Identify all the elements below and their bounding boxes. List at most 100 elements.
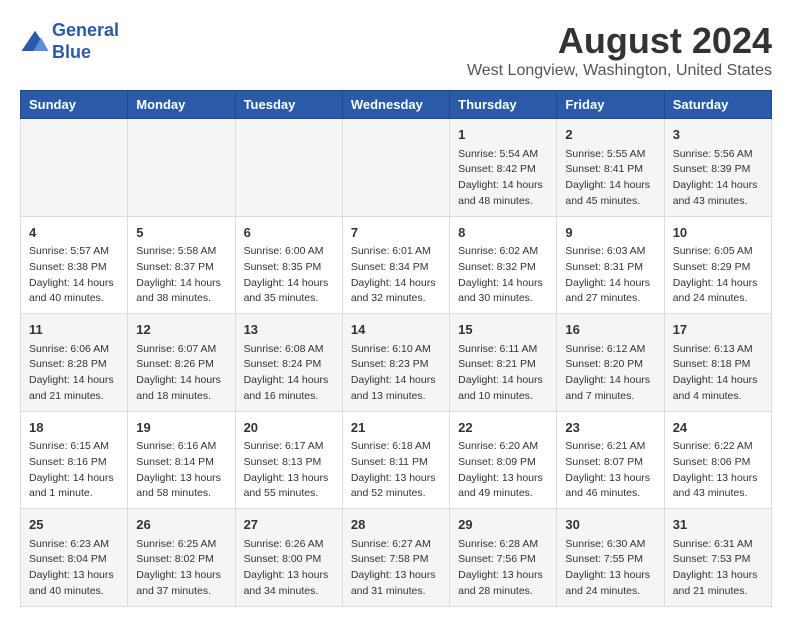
day-number: 4 [29,223,119,243]
day-header-saturday: Saturday [664,91,771,119]
day-header-friday: Friday [557,91,664,119]
calendar-cell: 8Sunrise: 6:02 AM Sunset: 8:32 PM Daylig… [450,216,557,314]
calendar-cell: 14Sunrise: 6:10 AM Sunset: 8:23 PM Dayli… [342,314,449,412]
day-number: 27 [244,515,334,535]
cell-content: Sunrise: 6:31 AM Sunset: 7:53 PM Dayligh… [673,537,763,600]
cell-content: Sunrise: 6:08 AM Sunset: 8:24 PM Dayligh… [244,342,334,405]
day-number: 28 [351,515,441,535]
calendar-cell: 4Sunrise: 5:57 AM Sunset: 8:38 PM Daylig… [21,216,128,314]
calendar-cell: 18Sunrise: 6:15 AM Sunset: 8:16 PM Dayli… [21,411,128,509]
cell-content: Sunrise: 5:55 AM Sunset: 8:41 PM Dayligh… [565,147,655,210]
calendar-cell: 25Sunrise: 6:23 AM Sunset: 8:04 PM Dayli… [21,509,128,607]
calendar-cell [342,119,449,217]
cell-content: Sunrise: 5:57 AM Sunset: 8:38 PM Dayligh… [29,244,119,307]
day-number: 14 [351,320,441,340]
calendar-cell: 15Sunrise: 6:11 AM Sunset: 8:21 PM Dayli… [450,314,557,412]
cell-content: Sunrise: 6:26 AM Sunset: 8:00 PM Dayligh… [244,537,334,600]
day-number: 31 [673,515,763,535]
cell-content: Sunrise: 6:21 AM Sunset: 8:07 PM Dayligh… [565,439,655,502]
calendar-cell [235,119,342,217]
calendar-cell: 27Sunrise: 6:26 AM Sunset: 8:00 PM Dayli… [235,509,342,607]
cell-content: Sunrise: 5:58 AM Sunset: 8:37 PM Dayligh… [136,244,226,307]
cell-content: Sunrise: 6:02 AM Sunset: 8:32 PM Dayligh… [458,244,548,307]
cell-content: Sunrise: 5:54 AM Sunset: 8:42 PM Dayligh… [458,147,548,210]
day-number: 20 [244,418,334,438]
cell-content: Sunrise: 6:11 AM Sunset: 8:21 PM Dayligh… [458,342,548,405]
calendar-header: SundayMondayTuesdayWednesdayThursdayFrid… [21,91,772,119]
calendar-week-row: 1Sunrise: 5:54 AM Sunset: 8:42 PM Daylig… [21,119,772,217]
page-header: General Blue August 2024 West Longview, … [20,20,772,80]
calendar-table: SundayMondayTuesdayWednesdayThursdayFrid… [20,90,772,607]
calendar-cell: 22Sunrise: 6:20 AM Sunset: 8:09 PM Dayli… [450,411,557,509]
day-number: 11 [29,320,119,340]
cell-content: Sunrise: 6:27 AM Sunset: 7:58 PM Dayligh… [351,537,441,600]
logo-line2: Blue [52,42,91,62]
day-number: 7 [351,223,441,243]
day-number: 18 [29,418,119,438]
cell-content: Sunrise: 6:06 AM Sunset: 8:28 PM Dayligh… [29,342,119,405]
cell-content: Sunrise: 6:10 AM Sunset: 8:23 PM Dayligh… [351,342,441,405]
cell-content: Sunrise: 6:18 AM Sunset: 8:11 PM Dayligh… [351,439,441,502]
calendar-cell: 5Sunrise: 5:58 AM Sunset: 8:37 PM Daylig… [128,216,235,314]
cell-content: Sunrise: 6:23 AM Sunset: 8:04 PM Dayligh… [29,537,119,600]
calendar-cell: 28Sunrise: 6:27 AM Sunset: 7:58 PM Dayli… [342,509,449,607]
calendar-cell: 19Sunrise: 6:16 AM Sunset: 8:14 PM Dayli… [128,411,235,509]
logo-line1: General [52,20,119,40]
cell-content: Sunrise: 6:13 AM Sunset: 8:18 PM Dayligh… [673,342,763,405]
day-number: 26 [136,515,226,535]
cell-content: Sunrise: 6:15 AM Sunset: 8:16 PM Dayligh… [29,439,119,502]
cell-content: Sunrise: 6:07 AM Sunset: 8:26 PM Dayligh… [136,342,226,405]
cell-content: Sunrise: 6:20 AM Sunset: 8:09 PM Dayligh… [458,439,548,502]
calendar-cell: 1Sunrise: 5:54 AM Sunset: 8:42 PM Daylig… [450,119,557,217]
calendar-cell: 17Sunrise: 6:13 AM Sunset: 8:18 PM Dayli… [664,314,771,412]
calendar-cell: 9Sunrise: 6:03 AM Sunset: 8:31 PM Daylig… [557,216,664,314]
day-number: 16 [565,320,655,340]
calendar-cell: 23Sunrise: 6:21 AM Sunset: 8:07 PM Dayli… [557,411,664,509]
logo-text: General Blue [52,20,119,63]
day-number: 30 [565,515,655,535]
cell-content: Sunrise: 6:22 AM Sunset: 8:06 PM Dayligh… [673,439,763,502]
day-number: 2 [565,125,655,145]
title-section: August 2024 West Longview, Washington, U… [467,20,772,80]
day-number: 29 [458,515,548,535]
calendar-body: 1Sunrise: 5:54 AM Sunset: 8:42 PM Daylig… [21,119,772,607]
calendar-cell: 2Sunrise: 5:55 AM Sunset: 8:41 PM Daylig… [557,119,664,217]
calendar-week-row: 4Sunrise: 5:57 AM Sunset: 8:38 PM Daylig… [21,216,772,314]
cell-content: Sunrise: 6:28 AM Sunset: 7:56 PM Dayligh… [458,537,548,600]
calendar-cell: 29Sunrise: 6:28 AM Sunset: 7:56 PM Dayli… [450,509,557,607]
calendar-cell: 3Sunrise: 5:56 AM Sunset: 8:39 PM Daylig… [664,119,771,217]
day-number: 9 [565,223,655,243]
calendar-cell: 16Sunrise: 6:12 AM Sunset: 8:20 PM Dayli… [557,314,664,412]
day-number: 6 [244,223,334,243]
day-number: 23 [565,418,655,438]
day-number: 8 [458,223,548,243]
cell-content: Sunrise: 6:05 AM Sunset: 8:29 PM Dayligh… [673,244,763,307]
day-number: 25 [29,515,119,535]
cell-content: Sunrise: 6:30 AM Sunset: 7:55 PM Dayligh… [565,537,655,600]
day-number: 13 [244,320,334,340]
main-title: August 2024 [467,20,772,62]
day-number: 1 [458,125,548,145]
day-header-monday: Monday [128,91,235,119]
header-row: SundayMondayTuesdayWednesdayThursdayFrid… [21,91,772,119]
cell-content: Sunrise: 6:17 AM Sunset: 8:13 PM Dayligh… [244,439,334,502]
calendar-cell: 21Sunrise: 6:18 AM Sunset: 8:11 PM Dayli… [342,411,449,509]
calendar-cell: 31Sunrise: 6:31 AM Sunset: 7:53 PM Dayli… [664,509,771,607]
day-header-wednesday: Wednesday [342,91,449,119]
day-header-thursday: Thursday [450,91,557,119]
calendar-cell [128,119,235,217]
calendar-cell: 12Sunrise: 6:07 AM Sunset: 8:26 PM Dayli… [128,314,235,412]
cell-content: Sunrise: 5:56 AM Sunset: 8:39 PM Dayligh… [673,147,763,210]
calendar-cell: 11Sunrise: 6:06 AM Sunset: 8:28 PM Dayli… [21,314,128,412]
calendar-cell: 10Sunrise: 6:05 AM Sunset: 8:29 PM Dayli… [664,216,771,314]
cell-content: Sunrise: 6:16 AM Sunset: 8:14 PM Dayligh… [136,439,226,502]
day-header-tuesday: Tuesday [235,91,342,119]
logo: General Blue [20,20,119,63]
calendar-cell: 7Sunrise: 6:01 AM Sunset: 8:34 PM Daylig… [342,216,449,314]
calendar-week-row: 11Sunrise: 6:06 AM Sunset: 8:28 PM Dayli… [21,314,772,412]
logo-icon [20,27,50,57]
calendar-week-row: 18Sunrise: 6:15 AM Sunset: 8:16 PM Dayli… [21,411,772,509]
calendar-cell: 26Sunrise: 6:25 AM Sunset: 8:02 PM Dayli… [128,509,235,607]
day-number: 15 [458,320,548,340]
day-number: 21 [351,418,441,438]
